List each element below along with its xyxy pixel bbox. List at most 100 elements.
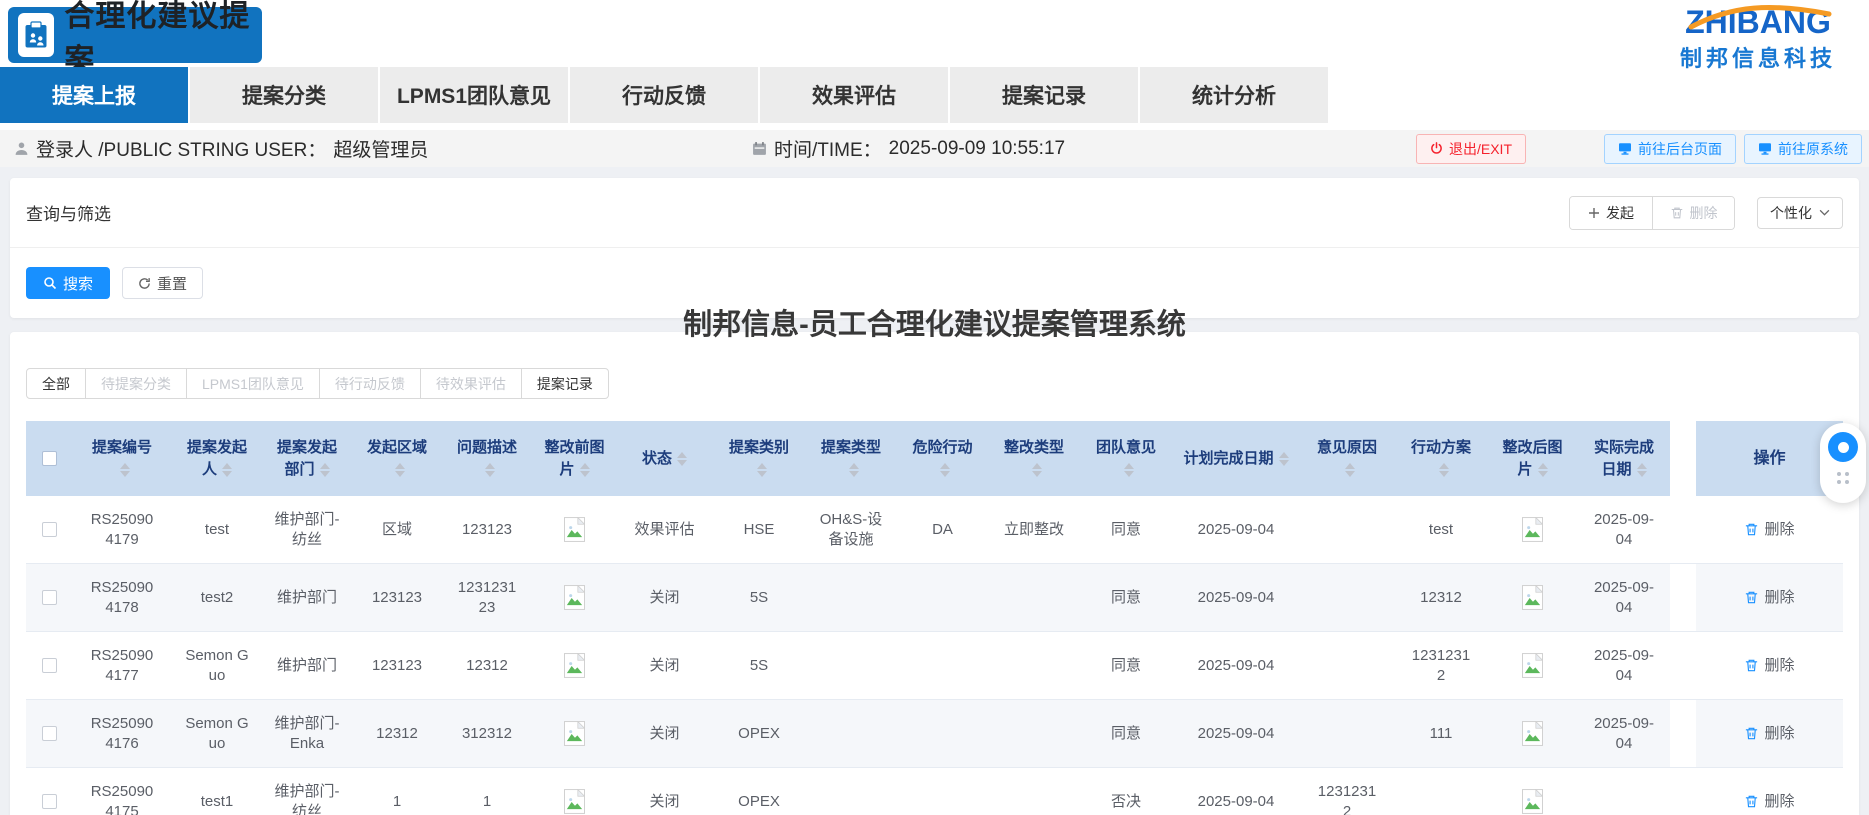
column-header-3[interactable]: 提案发起部门	[262, 421, 352, 496]
power-icon	[1430, 142, 1443, 155]
sort-caret-icon[interactable]	[1345, 463, 1355, 477]
trash-icon	[1744, 794, 1759, 809]
table-row: RS250904176Semon Guo维护部门-Enka12312312312…	[26, 700, 1843, 768]
delete-row-button[interactable]: 删除	[1744, 520, 1794, 540]
cell-rectify	[989, 700, 1079, 767]
clipboard-icon	[18, 13, 54, 57]
query-filter-title: 查询与筛选	[26, 200, 111, 225]
column-header-1[interactable]: 提案编号	[72, 421, 172, 496]
status-filter-6[interactable]: 提案记录	[521, 368, 609, 399]
sort-caret-icon[interactable]	[485, 463, 495, 477]
column-header-10[interactable]: 危险行动	[896, 421, 989, 496]
login-user-info: 登录人 /PUBLIC STRING USER： 超级管理员	[14, 130, 428, 167]
column-header-7[interactable]: 状态	[617, 421, 712, 496]
cell-checkbox	[26, 700, 72, 767]
cell-value: Semon Guo	[182, 714, 252, 754]
column-header-5[interactable]: 问题描述	[442, 421, 532, 496]
cell-value: 否决	[1089, 792, 1163, 812]
cell-action: 12312312	[1395, 632, 1487, 699]
delete-row-button[interactable]: 删除	[1744, 792, 1794, 812]
sort-caret-icon[interactable]	[1637, 463, 1647, 477]
cell-value: 2025-09-04	[1183, 792, 1289, 812]
proposal-table: 提案编号提案发起人提案发起部门发起区域问题描述整改前图片状态提案类别提案类型危险…	[26, 421, 1843, 815]
select-all-checkbox[interactable]	[42, 451, 57, 466]
sort-caret-icon[interactable]	[940, 463, 950, 477]
nav-tab-3[interactable]: LPMS1团队意见	[380, 67, 570, 123]
sort-caret-icon[interactable]	[1032, 463, 1042, 477]
trash-icon	[1744, 522, 1759, 537]
image-thumbnail-icon	[564, 653, 585, 678]
status-filter-3: LPMS1团队意见	[186, 368, 320, 399]
delete-label: 删除	[1764, 724, 1794, 744]
search-button[interactable]: 搜索	[26, 267, 110, 299]
nav-tab-7[interactable]: 统计分析	[1140, 67, 1330, 123]
drag-handle-dots-icon[interactable]	[1837, 472, 1849, 484]
row-checkbox[interactable]	[42, 794, 57, 809]
cell-value: 5S	[722, 588, 796, 608]
cell-img_after	[1487, 632, 1578, 699]
column-label: 发起区域	[367, 439, 427, 456]
sort-caret-icon[interactable]	[849, 463, 859, 477]
sort-caret-icon[interactable]	[120, 463, 130, 477]
sort-caret-icon[interactable]	[757, 463, 767, 477]
column-header-4[interactable]: 发起区域	[352, 421, 442, 496]
sort-caret-icon[interactable]	[395, 463, 405, 477]
cell-value: 12312	[1411, 588, 1471, 608]
nav-tab-4[interactable]: 行动反馈	[570, 67, 760, 123]
column-header-12[interactable]: 团队意见	[1079, 421, 1173, 496]
floating-assistant-widget[interactable]	[1820, 423, 1866, 503]
cell-value: 12312312	[1317, 782, 1377, 815]
sort-caret-icon[interactable]	[222, 463, 232, 477]
column-header-2[interactable]: 提案发起人	[172, 421, 262, 496]
login-user-value: 超级管理员	[333, 135, 428, 162]
row-checkbox[interactable]	[42, 726, 57, 741]
delete-button[interactable]: 删除	[1652, 197, 1734, 229]
sort-caret-icon[interactable]	[580, 463, 590, 477]
sort-caret-icon[interactable]	[320, 463, 330, 477]
delete-row-button[interactable]: 删除	[1744, 656, 1794, 676]
sort-caret-icon[interactable]	[1279, 452, 1289, 466]
sort-caret-icon[interactable]	[1538, 463, 1548, 477]
personalize-button[interactable]: 个性化	[1757, 197, 1843, 229]
search-icon	[43, 276, 57, 290]
column-header-9[interactable]: 提案类型	[806, 421, 896, 496]
sort-caret-icon[interactable]	[1439, 463, 1449, 477]
column-label: 整改类型	[1004, 439, 1064, 456]
nav-tab-5[interactable]: 效果评估	[760, 67, 950, 123]
cell-img_before	[532, 700, 617, 767]
nav-tab-2[interactable]: 提案分类	[190, 67, 380, 123]
column-header-15[interactable]: 行动方案	[1395, 421, 1487, 496]
column-header-16[interactable]: 整改后图片	[1487, 421, 1578, 496]
cell-value: 123123	[457, 520, 517, 540]
row-checkbox[interactable]	[42, 658, 57, 673]
go-backend-button[interactable]: 前往后台页面	[1604, 134, 1736, 164]
delete-row-button[interactable]: 删除	[1744, 724, 1794, 744]
launch-button[interactable]: 发起	[1570, 197, 1652, 229]
cell-value: RS250904176	[90, 714, 154, 754]
column-header-8[interactable]: 提案类别	[712, 421, 806, 496]
go-origin-system-button[interactable]: 前往原系统	[1744, 134, 1862, 164]
row-checkbox[interactable]	[42, 590, 57, 605]
column-label: 计划完成日期	[1183, 450, 1273, 467]
nav-tab-6[interactable]: 提案记录	[950, 67, 1140, 123]
user-bar: 登录人 /PUBLIC STRING USER： 超级管理员 时间/TIME： …	[0, 130, 1869, 167]
image-thumbnail-icon	[564, 517, 585, 542]
delete-row-button[interactable]: 删除	[1744, 588, 1794, 608]
sort-caret-icon[interactable]	[1124, 463, 1134, 477]
column-header-11[interactable]: 整改类型	[989, 421, 1079, 496]
assistant-icon[interactable]	[1828, 432, 1858, 462]
status-filter-5: 待效果评估	[420, 368, 522, 399]
column-header-13[interactable]: 计划完成日期	[1173, 421, 1299, 496]
cell-actual_date: 2025-09-04	[1578, 496, 1670, 563]
exit-button[interactable]: 退出/EXIT	[1416, 134, 1526, 164]
reset-button[interactable]: 重置	[122, 267, 203, 299]
status-filter-1[interactable]: 全部	[26, 368, 86, 399]
column-header-17[interactable]: 实际完成日期	[1578, 421, 1670, 496]
sort-caret-icon[interactable]	[677, 452, 687, 466]
nav-tab-1[interactable]: 提案上报	[0, 67, 190, 123]
cell-reason: 12312312	[1299, 768, 1395, 815]
row-checkbox[interactable]	[42, 522, 57, 537]
column-header-6[interactable]: 整改前图片	[532, 421, 617, 496]
column-header-14[interactable]: 意见原因	[1299, 421, 1395, 496]
column-label: 提案类型	[821, 439, 881, 456]
